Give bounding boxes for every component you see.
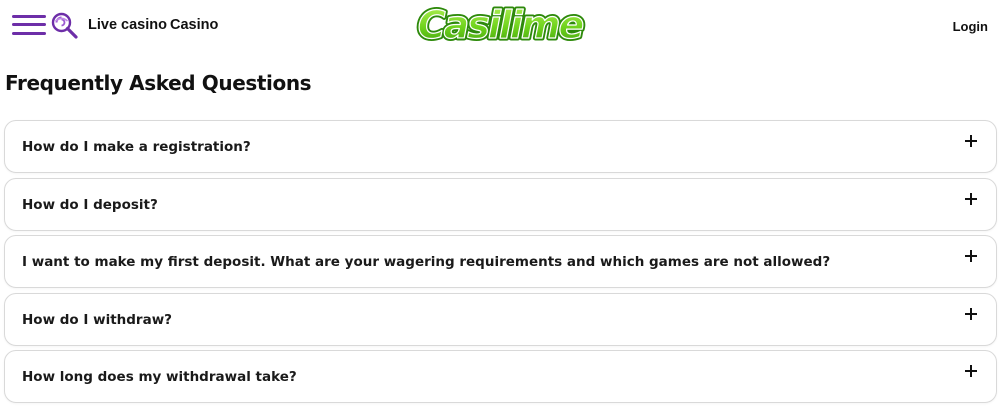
login-button[interactable]: Login	[953, 19, 988, 34]
faq-list: How do I make a registration? How do I d…	[4, 120, 997, 408]
plus-icon[interactable]	[964, 192, 978, 206]
plus-icon[interactable]	[964, 249, 978, 263]
plus-icon[interactable]	[964, 364, 978, 378]
faq-question: How do I make a registration?	[22, 139, 251, 155]
nav-live-casino[interactable]: Live casino	[88, 17, 167, 33]
plus-icon[interactable]	[964, 307, 978, 321]
faq-question: How long does my withdrawal take?	[22, 369, 297, 385]
plus-icon[interactable]	[964, 134, 978, 148]
faq-question: How do I deposit?	[22, 196, 158, 213]
nav-casino[interactable]: Casino	[170, 17, 218, 33]
site-header: Live casino Casino Casilime Casilime Log…	[0, 0, 1000, 56]
faq-question: How do I withdraw?	[22, 311, 173, 328]
lollipop-search-graphic	[51, 12, 78, 39]
lollipop-search-icon[interactable]	[51, 12, 79, 40]
burger-line	[12, 15, 46, 18]
faq-item[interactable]: How do I withdraw?	[4, 292, 997, 346]
faq-item[interactable]: How do I deposit?	[4, 177, 997, 231]
burger-line	[12, 23, 46, 26]
faq-item[interactable]: I want to make my first deposit. What ar…	[4, 235, 997, 288]
logo-graphic: Casilime Casilime	[415, 1, 588, 50]
faq-item[interactable]: How do I make a registration?	[4, 120, 997, 173]
burger-line	[12, 32, 46, 35]
logo-fill: Casilime	[418, 3, 584, 47]
casilime-logo[interactable]: Casilime Casilime	[414, 0, 588, 50]
faq-item[interactable]: How long does my withdrawal take?	[4, 350, 997, 403]
faq-title: Frequently Asked Questions	[5, 71, 312, 95]
faq-question: I want to make my first deposit. What ar…	[22, 254, 831, 270]
hamburger-menu-icon[interactable]	[12, 13, 46, 37]
